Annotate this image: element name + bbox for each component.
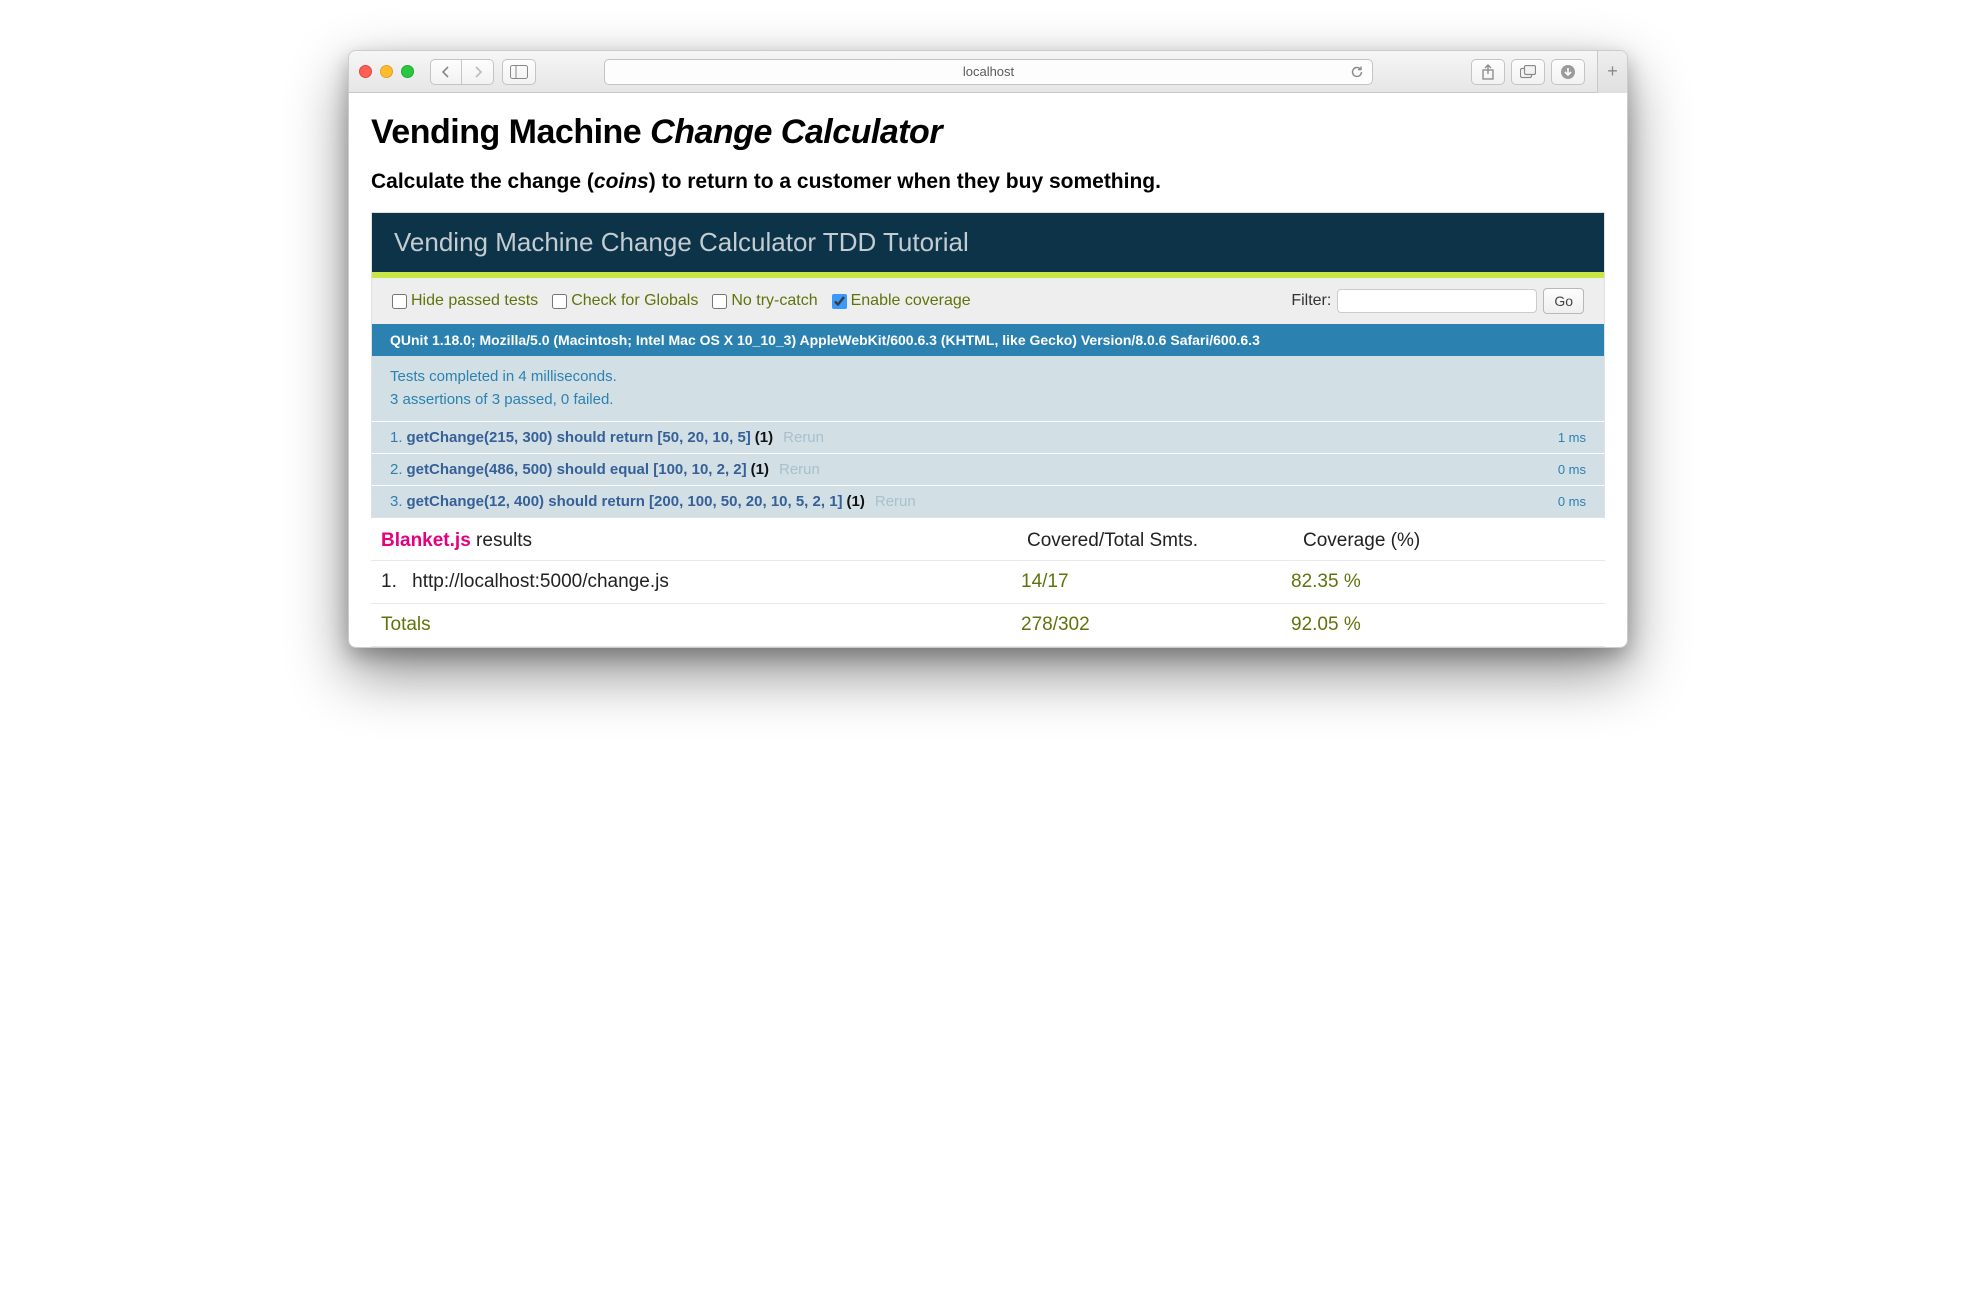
chevron-right-icon — [473, 66, 483, 78]
test-row[interactable]: 2. getChange(486, 500) should equal [100… — [372, 453, 1604, 485]
qunit-panel: Vending Machine Change Calculator TDD Tu… — [371, 212, 1605, 518]
filter-input[interactable] — [1337, 289, 1537, 313]
col-coverage-header: Coverage (%) — [1303, 530, 1595, 552]
test-number: 1. — [390, 429, 403, 446]
blanket-brand: Blanket.js — [381, 530, 471, 551]
filter-go-button[interactable]: Go — [1543, 288, 1584, 314]
title-prefix: Vending Machine — [371, 113, 650, 151]
test-name: getChange(12, 400) should return [200, 1… — [407, 493, 843, 510]
check-globals-input[interactable] — [552, 294, 567, 309]
blanket-totals-row: Totals 278/302 92.05 % — [371, 604, 1605, 647]
close-window-button[interactable] — [359, 65, 372, 78]
page-subtitle: Calculate the change (coins) to return t… — [371, 170, 1605, 194]
enable-coverage-label: Enable coverage — [851, 292, 971, 310]
new-tab-button[interactable]: + — [1597, 51, 1627, 93]
blanket-title: Blanket.js results — [381, 530, 1021, 552]
toolbar-right — [1471, 59, 1585, 85]
subtitle-em: coins — [594, 170, 649, 193]
blanket-header-row: Blanket.js results Covered/Total Smts. C… — [371, 518, 1605, 561]
test-count: (1) — [847, 493, 865, 510]
rerun-link[interactable]: Rerun — [875, 493, 916, 510]
sidebar-icon — [510, 65, 528, 79]
totals-label: Totals — [381, 614, 1021, 636]
test-time: 0 ms — [1558, 494, 1586, 509]
subtitle-before: Calculate the change ( — [371, 170, 594, 193]
test-time: 1 ms — [1558, 430, 1586, 445]
test-time: 0 ms — [1558, 462, 1586, 477]
rerun-link[interactable]: Rerun — [779, 461, 820, 478]
totals-covered: 278/302 — [1021, 614, 1291, 636]
check-globals-checkbox[interactable]: Check for Globals — [552, 292, 698, 310]
test-name: getChange(215, 300) should return [50, 2… — [407, 429, 751, 446]
summary-line-1: Tests completed in 4 milliseconds. — [390, 366, 1586, 389]
hide-passed-label: Hide passed tests — [411, 292, 538, 310]
browser-toolbar: localhost — [349, 51, 1627, 93]
address-bar[interactable]: localhost — [604, 59, 1373, 85]
download-icon — [1560, 64, 1576, 80]
test-number: 3. — [390, 493, 403, 510]
col-covered-header: Covered/Total Smts. — [1027, 530, 1297, 552]
subtitle-after: ) to return to a customer when they buy … — [649, 170, 1161, 193]
share-button[interactable] — [1471, 59, 1505, 85]
file-index: 1. — [381, 571, 397, 592]
qunit-toolbar: Hide passed tests Check for Globals No t… — [372, 278, 1604, 324]
test-row[interactable]: 3. getChange(12, 400) should return [200… — [372, 485, 1604, 517]
no-trycatch-input[interactable] — [712, 294, 727, 309]
forward-button[interactable] — [462, 59, 494, 85]
reload-button[interactable] — [1350, 65, 1364, 79]
blanket-results: Blanket.js results Covered/Total Smts. C… — [371, 518, 1605, 647]
plus-icon: + — [1607, 61, 1618, 82]
totals-pct: 92.05 % — [1291, 614, 1595, 636]
test-name: getChange(486, 500) should equal [100, 1… — [407, 461, 747, 478]
check-globals-label: Check for Globals — [571, 292, 698, 310]
tabs-icon — [1520, 65, 1536, 79]
hide-passed-input[interactable] — [392, 294, 407, 309]
qunit-summary: Tests completed in 4 milliseconds. 3 ass… — [372, 356, 1604, 421]
no-trycatch-label: No try-catch — [731, 292, 817, 310]
url-text: localhost — [963, 64, 1014, 79]
summary-line-2: 3 assertions of 3 passed, 0 failed. — [390, 389, 1586, 412]
sidebar-button[interactable] — [502, 59, 536, 85]
file-pct: 82.35 % — [1291, 571, 1595, 593]
back-button[interactable] — [430, 59, 462, 85]
tabs-button[interactable] — [1511, 59, 1545, 85]
chevron-left-icon — [441, 66, 451, 78]
title-em: Change Calculator — [650, 113, 942, 151]
test-row[interactable]: 1. getChange(215, 300) should return [50… — [372, 421, 1604, 453]
browser-window: localhost — [348, 50, 1628, 648]
share-icon — [1481, 64, 1495, 80]
no-trycatch-checkbox[interactable]: No try-catch — [712, 292, 817, 310]
page-content: Vending Machine Change Calculator Calcul… — [349, 93, 1627, 647]
file-covered: 14/17 — [1021, 571, 1291, 593]
blanket-results-label: results — [471, 530, 532, 551]
enable-coverage-checkbox[interactable]: Enable coverage — [832, 292, 971, 310]
nav-buttons — [430, 59, 494, 85]
window-controls — [359, 65, 414, 78]
zoom-window-button[interactable] — [401, 65, 414, 78]
page-title: Vending Machine Change Calculator — [371, 113, 1605, 152]
downloads-button[interactable] — [1551, 59, 1585, 85]
rerun-link[interactable]: Rerun — [783, 429, 824, 446]
enable-coverage-input[interactable] — [832, 294, 847, 309]
filter-label: Filter: — [1291, 292, 1331, 310]
minimize-window-button[interactable] — [380, 65, 393, 78]
reload-icon — [1350, 65, 1364, 79]
qunit-header: Vending Machine Change Calculator TDD Tu… — [372, 213, 1604, 272]
filter-group: Filter: Go — [1291, 288, 1584, 314]
blanket-file-row[interactable]: 1. http://localhost:5000/change.js 14/17… — [371, 561, 1605, 604]
test-number: 2. — [390, 461, 403, 478]
hide-passed-checkbox[interactable]: Hide passed tests — [392, 292, 538, 310]
qunit-useragent: QUnit 1.18.0; Mozilla/5.0 (Macintosh; In… — [372, 324, 1604, 356]
test-count: (1) — [751, 461, 769, 478]
file-path: http://localhost:5000/change.js — [412, 571, 669, 592]
test-count: (1) — [755, 429, 773, 446]
